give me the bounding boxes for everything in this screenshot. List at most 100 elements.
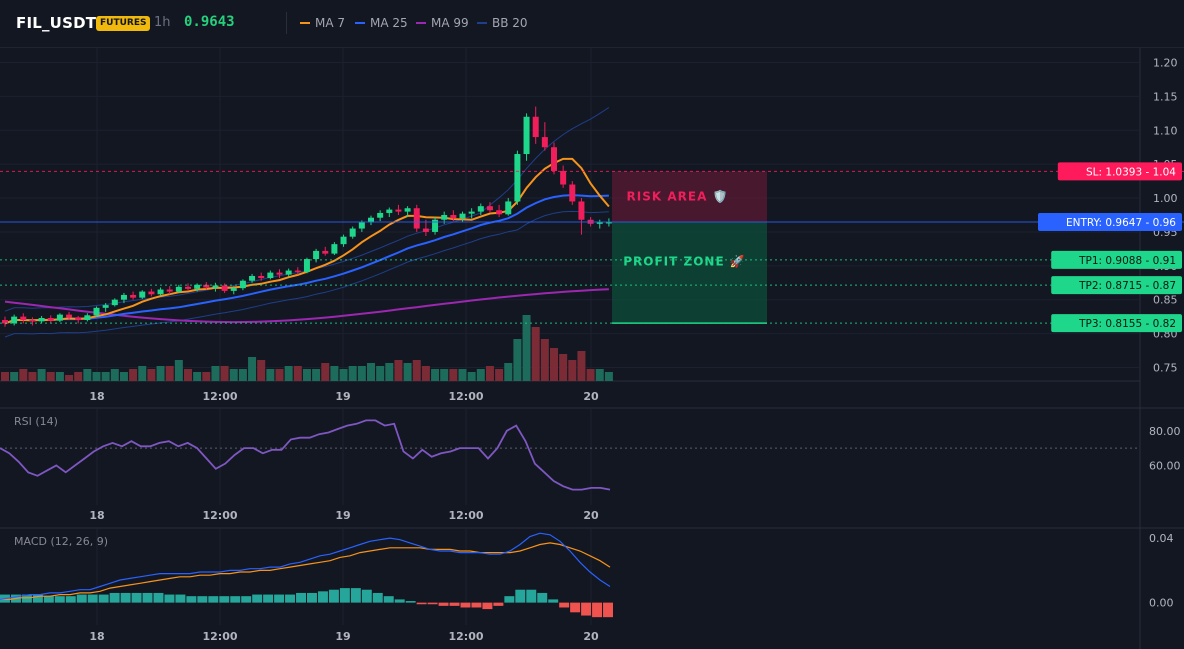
macd-hist-bar: [581, 602, 592, 616]
macd-hist-bar: [427, 602, 438, 605]
candle-body[interactable]: [294, 270, 301, 272]
candle-body[interactable]: [148, 291, 155, 295]
time-tick-label: 18: [89, 509, 104, 522]
macd-tick-label: 0.04: [1149, 532, 1174, 545]
candle-body[interactable]: [358, 222, 365, 229]
legend-ma7[interactable]: MA 7: [300, 16, 345, 30]
candle-body[interactable]: [230, 288, 237, 291]
volume-bar: [394, 360, 403, 381]
candle-body[interactable]: [477, 206, 484, 212]
candle-body[interactable]: [349, 228, 356, 237]
symbol-label[interactable]: FIL_USDT: [16, 14, 96, 32]
candle-body[interactable]: [239, 280, 246, 289]
candle-body[interactable]: [20, 316, 27, 321]
candle-body[interactable]: [166, 289, 173, 292]
candle-body[interactable]: [66, 314, 73, 318]
timeframe-label[interactable]: 1h: [154, 15, 171, 30]
candle-body[interactable]: [93, 307, 100, 316]
candle-body[interactable]: [404, 208, 411, 212]
candle-body[interactable]: [441, 215, 448, 220]
candle-body[interactable]: [523, 116, 530, 155]
candle-body[interactable]: [120, 294, 127, 300]
candle-body[interactable]: [175, 286, 182, 292]
macd-hist-bar: [328, 589, 339, 603]
macd-hist-bar: [405, 601, 416, 603]
candle-body[interactable]: [605, 222, 612, 224]
volume-bar: [321, 363, 330, 381]
volume-bar: [540, 339, 549, 381]
candle-body[interactable]: [38, 317, 45, 322]
candle-body[interactable]: [249, 275, 256, 281]
candle-body[interactable]: [395, 209, 402, 212]
candle-body[interactable]: [551, 147, 557, 171]
candle-body[interactable]: [377, 212, 384, 218]
candle-body[interactable]: [532, 116, 539, 138]
time-tick-label: 20: [583, 390, 599, 403]
candle-body[interactable]: [313, 250, 320, 260]
volume-bar: [65, 375, 74, 381]
candle-body[interactable]: [468, 211, 475, 214]
candle-body[interactable]: [29, 320, 36, 322]
candle-body[interactable]: [505, 201, 512, 215]
candle-body[interactable]: [303, 259, 310, 272]
candle-body[interactable]: [413, 208, 420, 229]
chart-canvas[interactable]: 1.201.151.101.051.000.950.900.850.800.75…: [0, 48, 1184, 649]
candle-body[interactable]: [331, 244, 338, 254]
candle-body[interactable]: [340, 236, 347, 245]
macd-hist-bar: [285, 594, 296, 603]
volume-bar: [184, 369, 192, 381]
time-tick-label: 18: [89, 390, 104, 403]
chart-header: FIL_USDT FUTURES 1h 0.9643 MA 7 MA 25 MA…: [0, 0, 1184, 48]
macd-hist-bar: [449, 602, 460, 606]
candle-body[interactable]: [75, 317, 82, 321]
candle-body[interactable]: [102, 305, 109, 308]
candle-body[interactable]: [47, 317, 54, 321]
candle-body[interactable]: [569, 184, 576, 202]
macd-hist-bar: [416, 602, 427, 605]
candle-body[interactable]: [157, 289, 164, 295]
candle-body[interactable]: [578, 201, 585, 220]
macd-hist-bar: [263, 594, 274, 603]
candle-body[interactable]: [258, 275, 265, 279]
candle-body[interactable]: [111, 299, 118, 306]
candle-body[interactable]: [56, 314, 63, 321]
candle-body[interactable]: [212, 285, 219, 288]
macd-hist-bar: [175, 594, 186, 603]
legend-ma99[interactable]: MA 99: [416, 16, 469, 30]
candle-body[interactable]: [541, 137, 548, 148]
candle-body[interactable]: [486, 206, 493, 211]
candle-body[interactable]: [11, 316, 18, 324]
candle-body[interactable]: [560, 170, 567, 185]
macd-hist-bar: [339, 588, 350, 603]
candle-body[interactable]: [386, 209, 393, 213]
candle-body[interactable]: [130, 294, 137, 298]
volume-bar: [339, 369, 348, 381]
volume-bar: [330, 366, 339, 381]
candle-body[interactable]: [139, 291, 146, 298]
volume-bar: [229, 369, 238, 381]
legend-bb20[interactable]: BB 20: [477, 16, 528, 30]
candle-body[interactable]: [84, 315, 91, 321]
candle-body[interactable]: [322, 250, 329, 254]
macd-hist-bar: [438, 602, 449, 606]
macd-hist-bar: [274, 594, 285, 603]
candle-body[interactable]: [514, 154, 521, 202]
rsi-tick-label: 80.00: [1149, 425, 1181, 438]
candle-body[interactable]: [267, 272, 274, 279]
candle-body[interactable]: [596, 222, 603, 224]
tp2-label: TP2: 0.8715 - 0.87: [1078, 280, 1176, 292]
legend-ma25[interactable]: MA 25: [355, 16, 408, 30]
volume-bar: [28, 372, 37, 381]
candle-body[interactable]: [221, 285, 228, 291]
macd-hist-bar: [559, 602, 570, 608]
volume-bar: [19, 369, 28, 381]
candle-body[interactable]: [459, 213, 466, 219]
candle-body[interactable]: [422, 228, 429, 232]
candle-body[interactable]: [185, 286, 191, 289]
macd-hist-bar: [460, 602, 471, 608]
price-tick-label: 1.00: [1153, 192, 1178, 205]
candle-body[interactable]: [276, 272, 283, 275]
candle-body[interactable]: [285, 270, 292, 275]
candle-body[interactable]: [496, 210, 503, 215]
candle-body[interactable]: [450, 215, 457, 219]
